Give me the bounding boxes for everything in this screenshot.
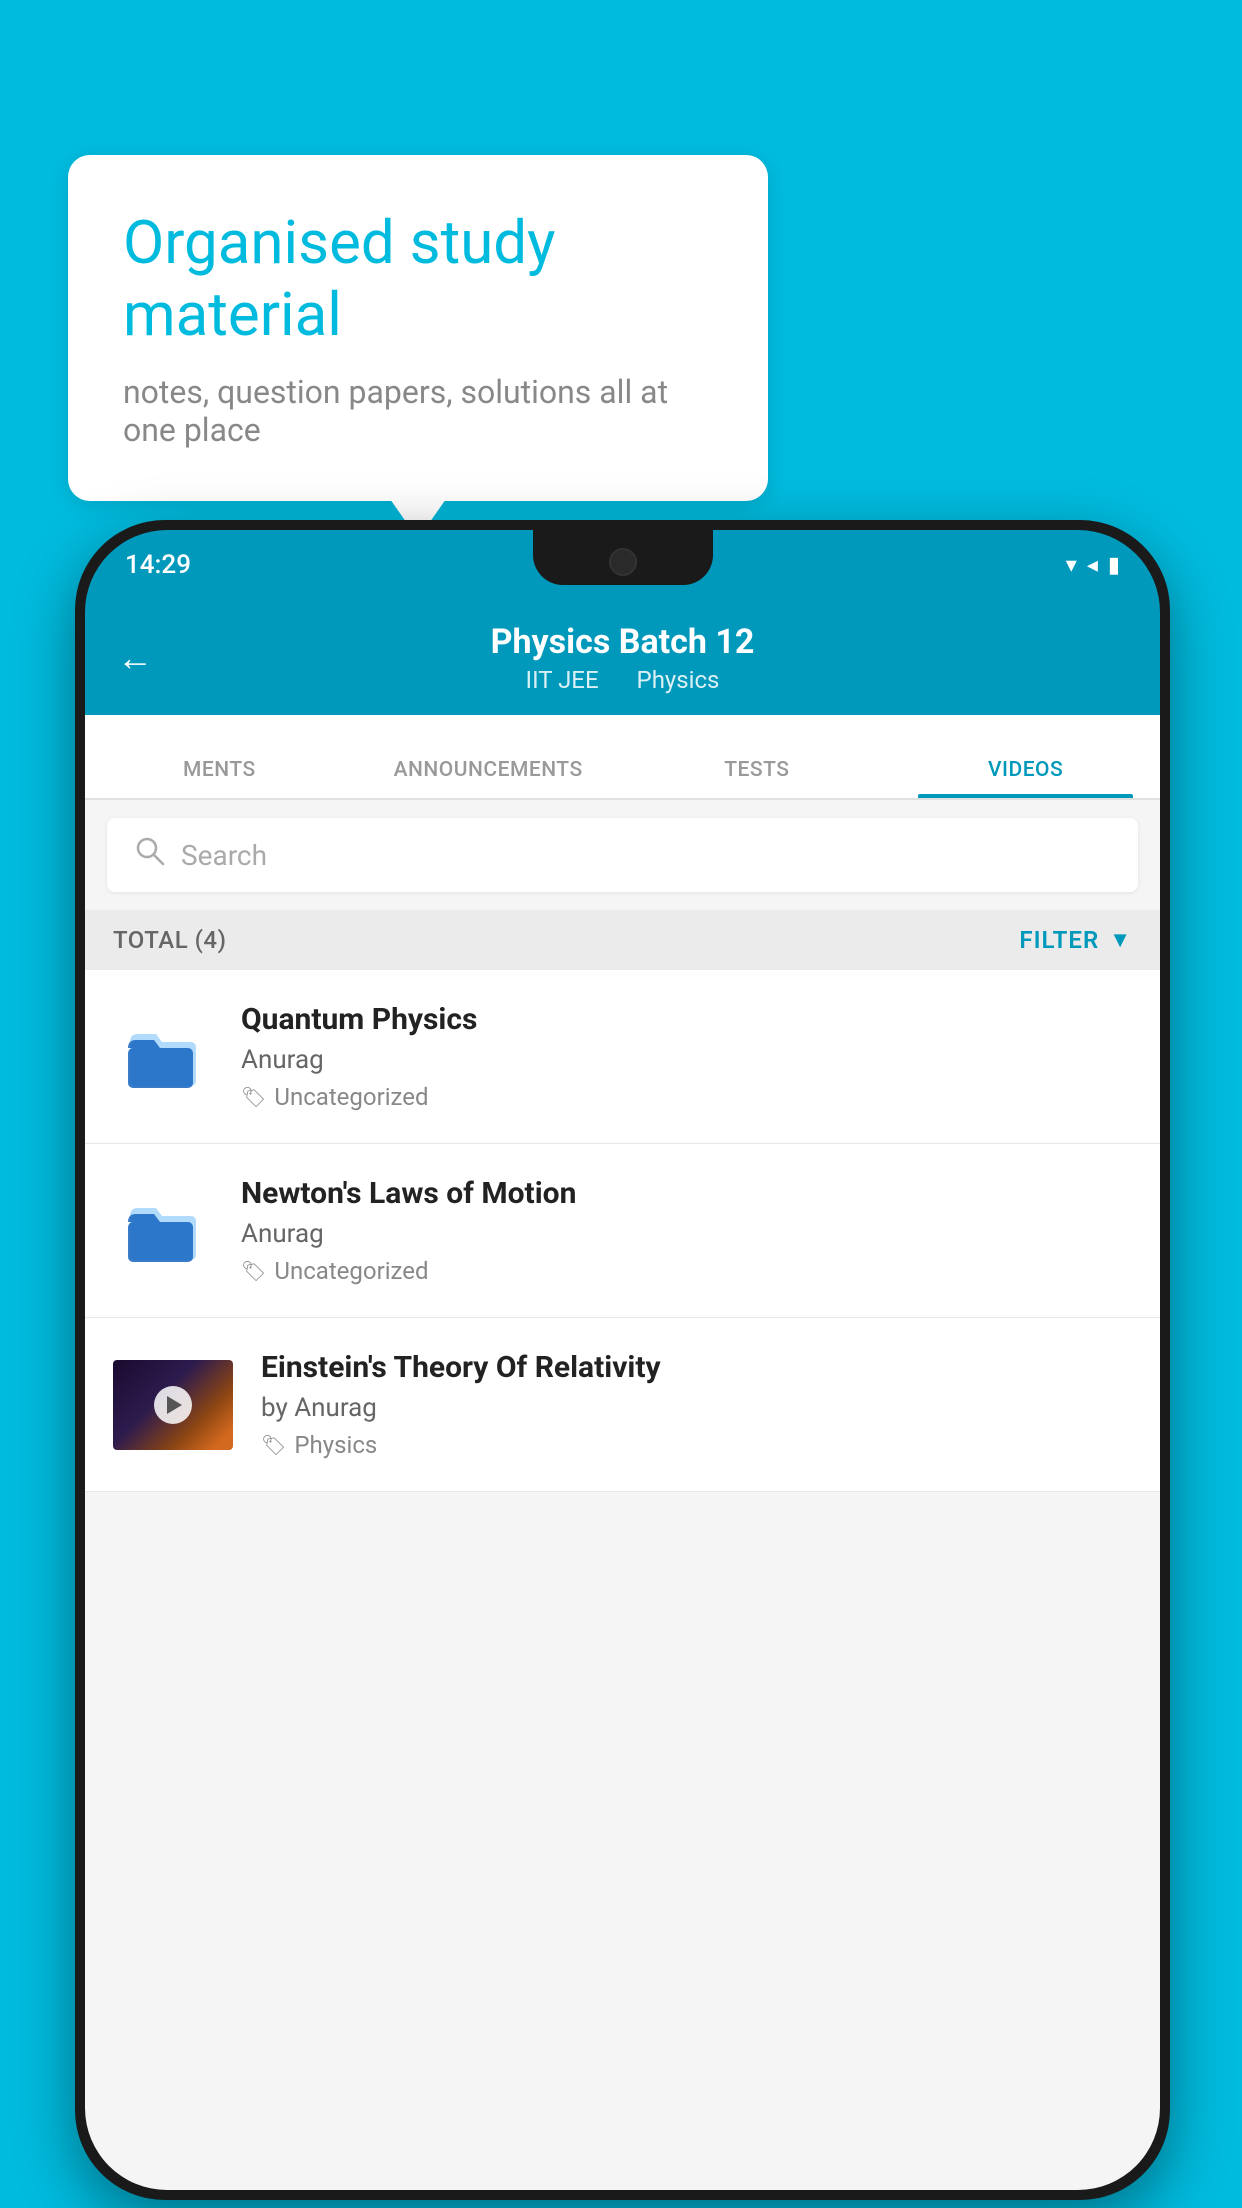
video-title: Einstein's Theory Of Relativity [261, 1350, 1132, 1385]
tag-icon: 🏷 [241, 1259, 266, 1283]
filter-label: FILTER [1019, 926, 1099, 954]
list-item[interactable]: Newton's Laws of Motion Anurag 🏷 Uncateg… [85, 1144, 1160, 1318]
app-content: Search TOTAL (4) FILTER ▼ [85, 800, 1160, 2190]
status-icons: ▾ ◂ ▮ [1066, 553, 1120, 578]
tag-icon: 🏷 [261, 1433, 286, 1457]
wifi-icon: ▾ [1066, 553, 1077, 578]
folder-icon [113, 1186, 213, 1276]
play-button[interactable] [154, 1386, 192, 1424]
header-subtitle-left: IIT JEE [526, 666, 599, 694]
filter-bar: TOTAL (4) FILTER ▼ [85, 910, 1160, 970]
phone-notch [533, 530, 713, 585]
phone-camera [609, 548, 637, 576]
header-subtitle: IIT JEE Physics [518, 666, 728, 694]
video-title: Quantum Physics [241, 1002, 1132, 1037]
list-item[interactable]: Quantum Physics Anurag 🏷 Uncategorized [85, 970, 1160, 1144]
folder-icon [113, 1012, 213, 1102]
video-author: Anurag [241, 1045, 1132, 1075]
video-info: Einstein's Theory Of Relativity by Anura… [261, 1350, 1132, 1459]
tab-tests[interactable]: TESTS [623, 758, 892, 798]
video-author: Anurag [241, 1219, 1132, 1249]
video-tag: 🏷 Uncategorized [241, 1083, 1132, 1111]
filter-icon: ▼ [1109, 927, 1132, 953]
back-button[interactable]: ← [117, 637, 153, 679]
tab-announcements[interactable]: ANNOUNCEMENTS [354, 758, 623, 798]
list-item[interactable]: Einstein's Theory Of Relativity by Anura… [85, 1318, 1160, 1492]
search-icon [135, 836, 165, 874]
search-bar[interactable]: Search [107, 818, 1138, 892]
play-triangle [167, 1396, 182, 1414]
tag-icon: 🏷 [241, 1085, 266, 1109]
header-title: Physics Batch 12 [491, 622, 755, 662]
tag-label: Uncategorized [274, 1083, 428, 1111]
video-info: Quantum Physics Anurag 🏷 Uncategorized [241, 1002, 1132, 1111]
tab-bar: MENTS ANNOUNCEMENTS TESTS VIDEOS [85, 715, 1160, 800]
video-tag: 🏷 Uncategorized [241, 1257, 1132, 1285]
video-author: by Anurag [261, 1393, 1132, 1423]
tag-label: Physics [294, 1431, 377, 1459]
video-list: Quantum Physics Anurag 🏷 Uncategorized [85, 970, 1160, 1492]
speech-bubble-section: Organised study material notes, question… [68, 155, 768, 501]
filter-button[interactable]: FILTER ▼ [1019, 926, 1132, 954]
header-subtitle-right: Physics [637, 666, 720, 694]
signal-icon: ◂ [1087, 553, 1098, 578]
speech-bubble-card: Organised study material notes, question… [68, 155, 768, 501]
total-count: TOTAL (4) [113, 926, 226, 954]
speech-bubble-title: Organised study material [123, 207, 713, 351]
video-info: Newton's Laws of Motion Anurag 🏷 Uncateg… [241, 1176, 1132, 1285]
tab-videos[interactable]: VIDEOS [891, 758, 1160, 798]
video-title: Newton's Laws of Motion [241, 1176, 1132, 1211]
app-header: ← Physics Batch 12 IIT JEE Physics [85, 600, 1160, 715]
tab-ments[interactable]: MENTS [85, 758, 354, 798]
phone-frame: 14:29 ▾ ◂ ▮ ← Physics Batch 12 IIT JEE P… [75, 520, 1170, 2200]
video-thumbnail [113, 1360, 233, 1450]
video-tag: 🏷 Physics [261, 1431, 1132, 1459]
speech-bubble-subtitle: notes, question papers, solutions all at… [123, 373, 713, 449]
battery-icon: ▮ [1108, 553, 1120, 578]
search-placeholder: Search [181, 839, 267, 872]
status-time: 14:29 [125, 550, 191, 580]
tag-label: Uncategorized [274, 1257, 428, 1285]
